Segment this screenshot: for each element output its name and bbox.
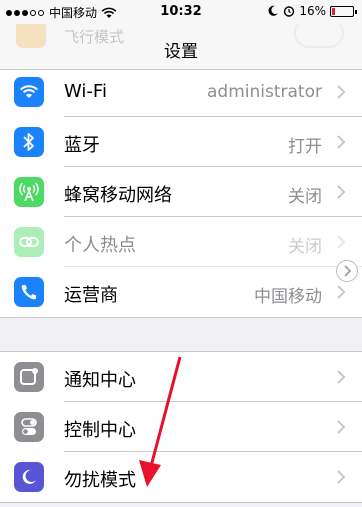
- annotation-arrow: [139, 356, 182, 487]
